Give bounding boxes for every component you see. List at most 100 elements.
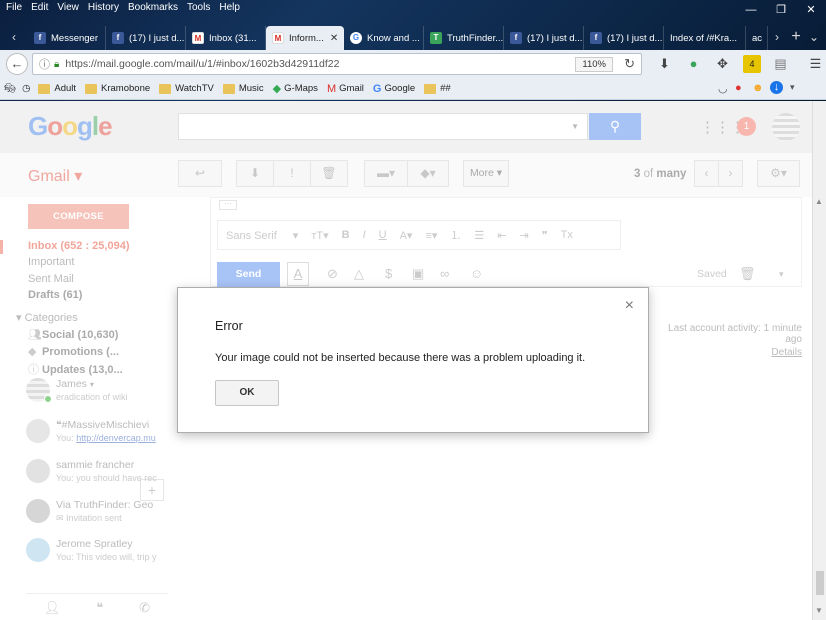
new-tab-button[interactable]: + [786,26,806,50]
gmail-menu[interactable]: Gmail ▾ [28,166,82,186]
tab-truthfinder[interactable]: T TruthFinder... [424,26,504,50]
zoom-level[interactable]: 110% [575,57,613,72]
sidebar-item-updates[interactable]: ⓘ Updates (13,0... [28,361,123,377]
bookmark-adult[interactable]: Adult [38,83,76,94]
sidebar-categories[interactable]: ▾ Categories [16,311,78,324]
details-link[interactable]: Details [652,347,802,358]
tab-facebook-post-1[interactable]: f (17) I just d... [106,26,186,50]
emoji-icon[interactable]: ☺ [470,266,483,281]
tab-inform-active[interactable]: M Inform... ✕ [266,26,344,50]
menu-file[interactable]: File [6,2,22,13]
menu-hamburger-icon[interactable]: ☰ [801,54,826,74]
restore-button[interactable]: ❐ [766,0,796,20]
bookmark-google[interactable]: G Google [373,83,415,95]
menu-bookmarks[interactable]: Bookmarks [128,2,178,13]
tab-know-and[interactable]: G Know and ... [344,26,424,50]
sidebar-item-sent[interactable]: Sent Mail [28,273,74,285]
money-icon[interactable]: $ [385,266,392,281]
italic-icon[interactable]: I [363,229,366,241]
labels-button[interactable]: ◆▾ [407,160,449,187]
chat-snippet-link[interactable]: http://denvercap.mu [76,433,156,443]
info-icon[interactable]: ⓘ [39,56,50,72]
remove-formatting-icon[interactable]: Tx [561,229,573,241]
bookmark-kramobone[interactable]: Kramobone [85,83,150,94]
url-bar[interactable]: ⓘ 🔒︎ https://mail.google.com/mail/u/1/#i… [32,53,642,75]
minimize-button[interactable]: — [736,0,766,20]
bookmark-music[interactable]: Music [222,83,264,94]
formatting-options-icon[interactable]: A [287,262,309,286]
settings-button[interactable]: ⚙▾ [757,160,800,187]
download-icon[interactable]: ⬇ [650,54,679,74]
more-options-icon[interactable]: ▾ [779,269,784,280]
tab-messenger[interactable]: f Messenger [28,26,106,50]
tab-index-of[interactable]: Index of /#Kra... [664,26,746,50]
tab-scroll-left-icon[interactable]: ‹ [0,26,28,50]
tab-scroll-right-icon[interactable]: › [768,26,786,50]
font-family-select[interactable]: Sans Serif ▾ [226,229,298,242]
photo-icon[interactable]: ▣ [412,266,424,282]
attach-icon[interactable]: ⊘ [327,266,338,282]
quote-icon[interactable]: ❞ [542,229,548,242]
hangouts-icon[interactable]: ❝ [96,600,103,616]
discard-trash-icon[interactable]: 🗑︎ [739,266,756,282]
chat-item[interactable]: James ▾ eradication of wiki [26,378,166,406]
google-logo[interactable]: Google [28,111,113,142]
reload-icon[interactable]: ↻ [624,56,635,72]
sidebar-item-social[interactable]: 👥︎Social (10,630) [28,328,118,341]
ok-button[interactable]: OK [215,380,279,406]
account-avatar[interactable] [772,113,800,141]
scrollbar-thumb[interactable] [816,571,824,595]
indent-less-icon[interactable]: ⇤ [497,229,506,242]
menu-edit[interactable]: Edit [31,2,48,13]
archive-button[interactable]: ⬇ [236,160,274,187]
mask-icon[interactable]: 🎭︎ [4,83,16,94]
more-button[interactable]: More ▾ [463,160,509,187]
bulleted-list-icon[interactable]: ☰ [474,229,484,242]
notification-badge[interactable]: 1 [737,117,756,136]
extension-download-icon[interactable]: ↓ [770,81,783,94]
extension-move-icon[interactable]: ✥ [708,54,737,74]
search-button[interactable]: ⚲ [589,113,641,140]
menu-history[interactable]: History [88,2,119,13]
newer-button[interactable]: ‹ [694,160,719,187]
clock-icon[interactable]: ◷ [22,83,30,94]
extension-emoji-icon[interactable]: ☻ [752,82,764,94]
report-spam-button[interactable]: ! [273,160,311,187]
extension-badge-icon[interactable]: 4 [743,55,761,73]
align-icon[interactable]: ≡▾ [425,229,437,242]
indent-more-icon[interactable]: ⇥ [519,229,528,242]
menu-tools[interactable]: Tools [187,2,210,13]
phone-icon[interactable]: ✆ [139,600,150,616]
close-tab-icon[interactable]: ✕ [330,33,338,44]
close-icon[interactable]: × [625,298,634,314]
tab-overflow[interactable]: ac [746,26,768,50]
tab-facebook-post-2[interactable]: f (17) I just d... [504,26,584,50]
tab-inbox[interactable]: M Inbox (31... [186,26,266,50]
back-to-inbox-button[interactable]: ↩ [178,160,222,187]
older-button[interactable]: › [718,160,743,187]
back-button[interactable]: ← [6,53,28,75]
numbered-list-icon[interactable]: ⒈ [450,227,461,243]
send-button[interactable]: Send [217,262,280,287]
chat-item[interactable]: Via TruthFinder: Geo ✉ Invitation sent [26,499,166,527]
font-size-icon[interactable]: тT▾ [311,229,328,242]
sidebar-item-drafts[interactable]: Drafts (61) [28,289,82,301]
pocket-icon[interactable]: ◡ [718,82,728,95]
show-trimmed-content-button[interactable]: ··· [219,200,237,210]
bookmark-gmaps[interactable]: ◆ G-Maps [273,82,318,95]
text-color-icon[interactable]: A▾ [400,229,413,242]
menu-view[interactable]: View [57,2,79,13]
menu-help[interactable]: Help [219,2,240,13]
chat-item[interactable]: sammie francher You: you should have rec [26,459,166,487]
delete-button[interactable]: 🗑︎ [310,160,348,187]
move-to-button[interactable]: ▬▾ [364,160,408,187]
tab-list-icon[interactable]: ⌄ [806,26,822,50]
extension-colors-icon[interactable]: ● [735,82,742,94]
extension-list-icon[interactable]: ▤ [766,54,795,74]
tab-facebook-post-3[interactable]: f (17) I just d... [584,26,664,50]
search-input[interactable]: ▼ [178,113,588,140]
chat-item[interactable]: ❝#MassiveMischievi You: http://denvercap… [26,419,166,447]
close-window-button[interactable]: ✕ [796,0,826,20]
bold-icon[interactable]: B [342,229,350,241]
scroll-up-icon[interactable]: ▲ [815,197,823,206]
